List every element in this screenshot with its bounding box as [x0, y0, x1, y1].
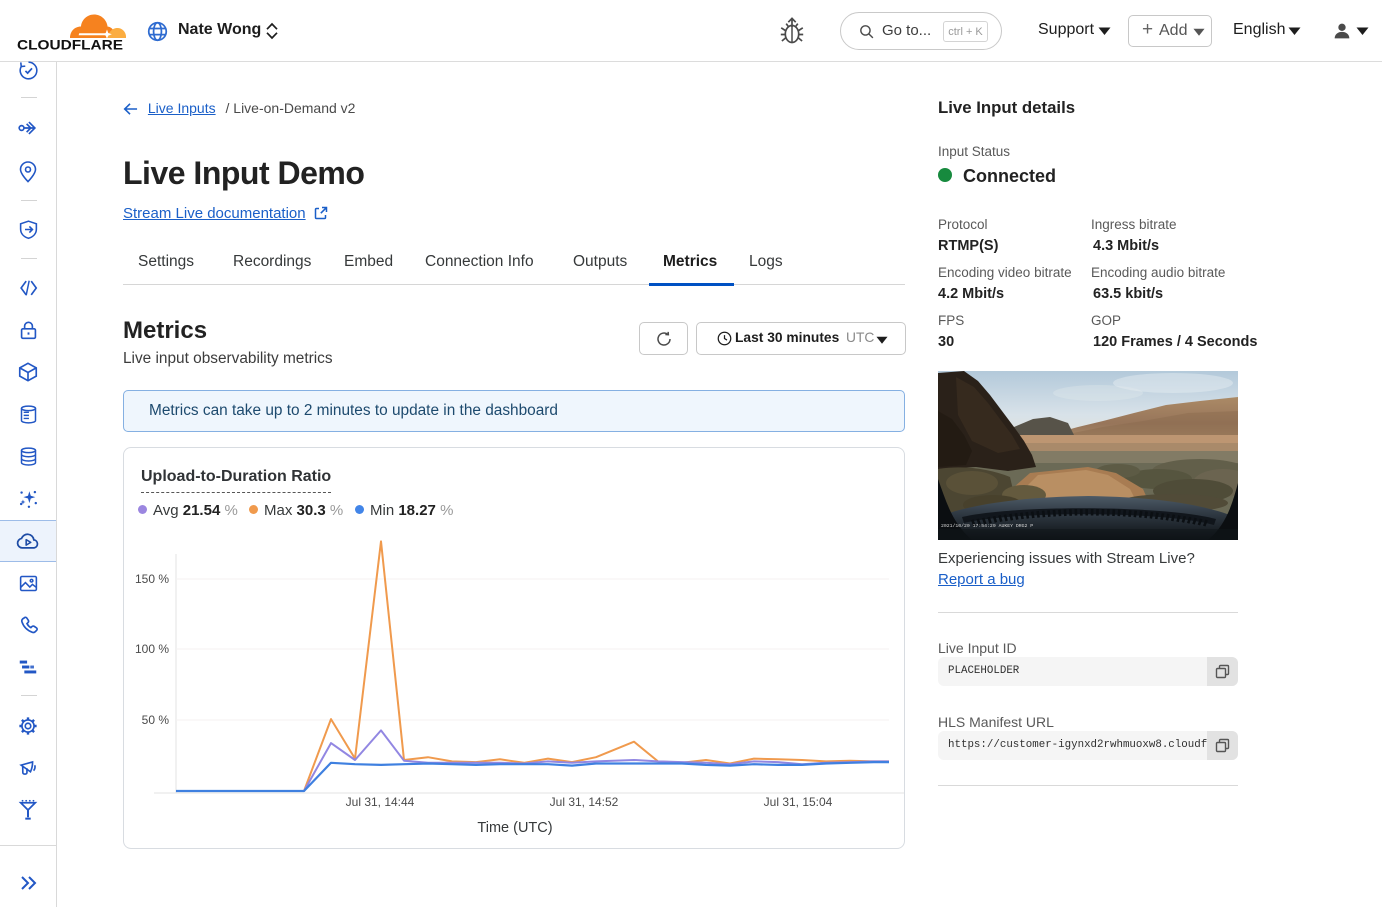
svg-text:Jul 31, 14:44: Jul 31, 14:44 [346, 795, 415, 809]
svg-text:100 %: 100 % [135, 642, 169, 656]
svg-text:Jul 31, 15:04: Jul 31, 15:04 [764, 795, 833, 809]
svg-text:150 %: 150 % [135, 572, 169, 586]
svg-text:50 %: 50 % [142, 713, 170, 727]
svg-text:Time (UTC): Time (UTC) [477, 820, 552, 836]
svg-text:2021/10/20 17:54:29 AUKEY DRG2: 2021/10/20 17:54:29 AUKEY DRG2 P [941, 523, 1033, 529]
svg-text:Jul 31, 14:52: Jul 31, 14:52 [550, 795, 619, 809]
